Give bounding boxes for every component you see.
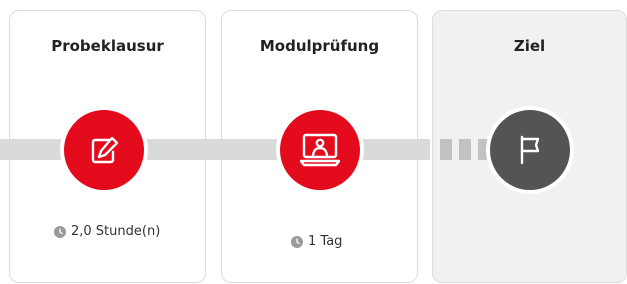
step-title: Modulprüfung bbox=[259, 37, 380, 55]
step-node-modulpruefung[interactable] bbox=[276, 106, 364, 194]
duration-label: 2,0 Stunde(n) bbox=[71, 224, 161, 239]
edit-icon bbox=[91, 136, 119, 164]
step-duration: 1 Tag bbox=[291, 234, 342, 249]
duration-label: 1 Tag bbox=[308, 234, 343, 249]
step-title: Ziel bbox=[513, 37, 546, 55]
step-node-ziel[interactable] bbox=[486, 106, 574, 194]
progress-track bbox=[358, 139, 430, 160]
presentation-icon bbox=[299, 133, 341, 167]
step-title: Probeklausur bbox=[51, 37, 164, 55]
progress-track bbox=[146, 139, 282, 160]
clock-icon bbox=[291, 235, 303, 248]
step-duration: 2,0 Stunde(n) bbox=[54, 224, 160, 239]
clock-icon bbox=[54, 225, 66, 238]
flag-icon bbox=[520, 135, 540, 165]
progress-dash bbox=[440, 139, 452, 160]
step-node-probeklausur[interactable] bbox=[60, 106, 148, 194]
progress-track bbox=[0, 139, 62, 160]
progress-dash bbox=[459, 139, 471, 160]
